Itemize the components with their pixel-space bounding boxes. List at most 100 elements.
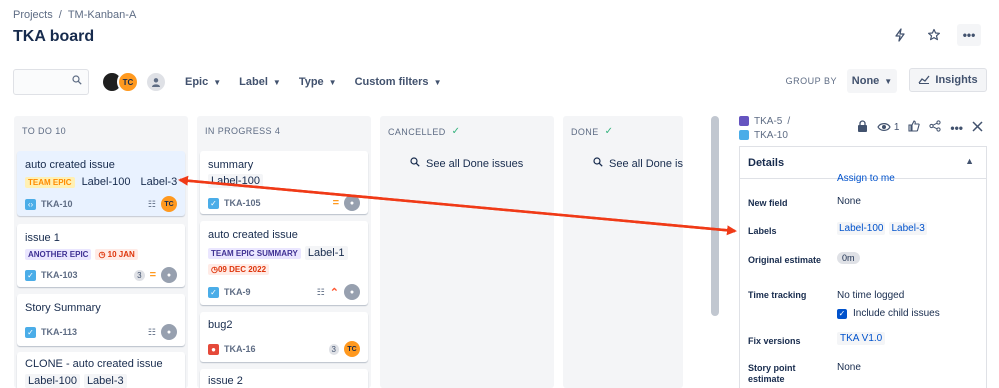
- card-title: auto created issue: [25, 159, 115, 171]
- issue-key[interactable]: TKA-10: [41, 199, 73, 209]
- board-scrollbar[interactable]: [711, 116, 719, 316]
- priority-high-icon: ⌃: [329, 286, 339, 299]
- issue-key[interactable]: TKA-105: [224, 198, 261, 208]
- column-done: DONE ✓ See all Done issues: [563, 116, 683, 388]
- insights-label: Insights: [935, 74, 978, 86]
- issue-key[interactable]: TKA-16: [224, 344, 256, 354]
- add-people-icon[interactable]: [145, 71, 167, 93]
- issue-card[interactable]: auto created issue TEAM EPIC SUMMARY Lab…: [200, 221, 368, 305]
- issue-card[interactable]: Story Summary ✓ TKA-113 ☷ ●: [17, 294, 185, 346]
- field-label: New field: [748, 198, 788, 208]
- parent-key[interactable]: TKA-5: [754, 116, 782, 127]
- issue-card[interactable]: summary Label-100 ✓ TKA-105 = ●: [200, 151, 368, 214]
- lock-icon[interactable]: [857, 120, 868, 135]
- story-point-value[interactable]: None: [837, 362, 861, 373]
- field-label: Story point estimate: [748, 363, 796, 384]
- chevron-up-icon[interactable]: ▲: [965, 156, 974, 166]
- filter-type[interactable]: Type ▼: [299, 76, 337, 88]
- estimate-tag: 0m: [837, 252, 860, 264]
- new-field-value[interactable]: None: [837, 196, 861, 207]
- assignee-avatar[interactable]: TC: [344, 341, 360, 357]
- unassigned-avatar[interactable]: ●: [344, 284, 360, 300]
- label-chip: Label-3: [140, 176, 178, 188]
- card-tags: TEAM EPIC Label-100 Label-3: [25, 175, 180, 189]
- avatar-tc[interactable]: TC: [117, 71, 139, 93]
- details-section: Details ▲ Assign to me New field None La…: [739, 146, 987, 388]
- issue-card[interactable]: issue 1 ANOTHER EPIC ◷ 10 JAN ✓ TKA-103 …: [17, 224, 185, 287]
- watch-icon[interactable]: [877, 121, 891, 135]
- breadcrumb-separator: /: [787, 115, 791, 127]
- filter-label[interactable]: Label ▼: [239, 76, 281, 88]
- hierarchy-icon: ☷: [147, 326, 156, 337]
- priority-medium-icon: =: [149, 269, 156, 281]
- epic-icon: [739, 116, 749, 126]
- labels-value[interactable]: Label-100 Label-3: [837, 222, 931, 235]
- card-tags: Label-100: [208, 174, 263, 188]
- issue-key[interactable]: TKA-9: [224, 287, 251, 297]
- column-cancelled: CANCELLED ✓ See all Done issues: [380, 116, 554, 388]
- filter-label: Type: [298, 76, 324, 88]
- share-icon[interactable]: [929, 120, 941, 135]
- unassigned-avatar[interactable]: ●: [344, 195, 360, 211]
- board-toolbar: TC Epic ▼ Label ▼ Type ▼ Custom filters ▼ GR…: [13, 68, 987, 96]
- epic-lozenge[interactable]: TEAM EPIC: [25, 176, 75, 188]
- due-date-lozenge: ◷ 10 JAN: [95, 249, 138, 260]
- breadcrumb-projects[interactable]: Projects: [13, 9, 53, 21]
- breadcrumb-separator: /: [58, 9, 62, 21]
- checkbox-checked-icon[interactable]: ✓: [837, 308, 847, 319]
- more-actions-button[interactable]: •••: [957, 24, 981, 46]
- include-child-issues[interactable]: ✓ Include child issues: [837, 308, 940, 319]
- issue-key[interactable]: TKA-10: [754, 130, 788, 141]
- breadcrumb-project[interactable]: TM-Kanban-A: [68, 9, 136, 21]
- priority-medium-icon: =: [332, 197, 339, 209]
- column-header: CANCELLED ✓: [388, 126, 460, 137]
- task-icon: ✓: [25, 326, 36, 338]
- assignee-avatars: TC: [101, 71, 167, 93]
- due-date: 10 JAN: [107, 250, 135, 259]
- chevron-down-icon: ▼: [272, 77, 281, 87]
- details-heading[interactable]: Details: [748, 157, 784, 169]
- search-icon: [593, 157, 603, 170]
- issue-key[interactable]: TKA-103: [41, 270, 78, 280]
- thumbs-up-icon[interactable]: [908, 120, 921, 135]
- more-icon[interactable]: •••: [950, 121, 963, 135]
- card-footer: ✓ TKA-9 ☷ ⌃ ●: [208, 284, 360, 300]
- assignee-avatar[interactable]: TC: [161, 196, 177, 212]
- card-footer: ‹› TKA-10 ☷ TC: [25, 196, 177, 212]
- unassigned-avatar[interactable]: ●: [161, 324, 177, 340]
- page-title: TKA board: [13, 28, 95, 45]
- column-header: DONE ✓: [571, 126, 613, 137]
- hierarchy-icon: ☷: [316, 286, 325, 297]
- card-footer: ● TKA-16 3 TC: [208, 341, 360, 357]
- fix-versions-value[interactable]: TKA V1.0: [837, 332, 886, 345]
- assign-to-me-link[interactable]: Assign to me: [837, 173, 895, 184]
- issue-card[interactable]: issue 2: [200, 369, 368, 388]
- panel-actions: 1 •••: [857, 120, 983, 135]
- search-input[interactable]: [13, 69, 89, 95]
- time-tracking-value[interactable]: No time logged: [837, 290, 904, 301]
- fix-version-link[interactable]: TKA V1.0: [837, 332, 886, 345]
- filter-custom[interactable]: Custom filters ▼: [355, 76, 442, 88]
- insights-button[interactable]: Insights: [909, 68, 987, 92]
- star-icon[interactable]: [923, 25, 945, 45]
- check-icon: ✓: [451, 126, 461, 137]
- epic-lozenge[interactable]: ANOTHER EPIC: [25, 249, 92, 260]
- filter-epic[interactable]: Epic ▼: [185, 76, 221, 88]
- close-icon[interactable]: [972, 120, 983, 135]
- check-icon: ✓: [604, 126, 614, 137]
- chevron-down-icon: ▼: [213, 77, 222, 87]
- issue-key[interactable]: TKA-113: [41, 327, 77, 337]
- issue-card[interactable]: CLONE - auto created issue Label-100 Lab…: [17, 352, 185, 388]
- field-label: Labels: [748, 226, 777, 236]
- unassigned-avatar[interactable]: ●: [161, 267, 177, 283]
- see-all-done-link[interactable]: See all Done issues: [593, 157, 683, 170]
- see-all-done-link[interactable]: See all Done issues: [410, 157, 523, 170]
- issue-card[interactable]: bug2 ● TKA-16 3 TC: [200, 312, 368, 362]
- lightning-icon[interactable]: [889, 25, 911, 45]
- label-link[interactable]: Label-100: [837, 222, 886, 235]
- issue-card[interactable]: auto created issue TEAM EPIC Label-100 L…: [17, 151, 185, 216]
- epic-lozenge[interactable]: TEAM EPIC SUMMARY: [208, 247, 301, 259]
- original-estimate-value[interactable]: 0m: [837, 252, 860, 264]
- label-link[interactable]: Label-3: [889, 222, 927, 235]
- group-by-select[interactable]: None ▼: [847, 69, 897, 93]
